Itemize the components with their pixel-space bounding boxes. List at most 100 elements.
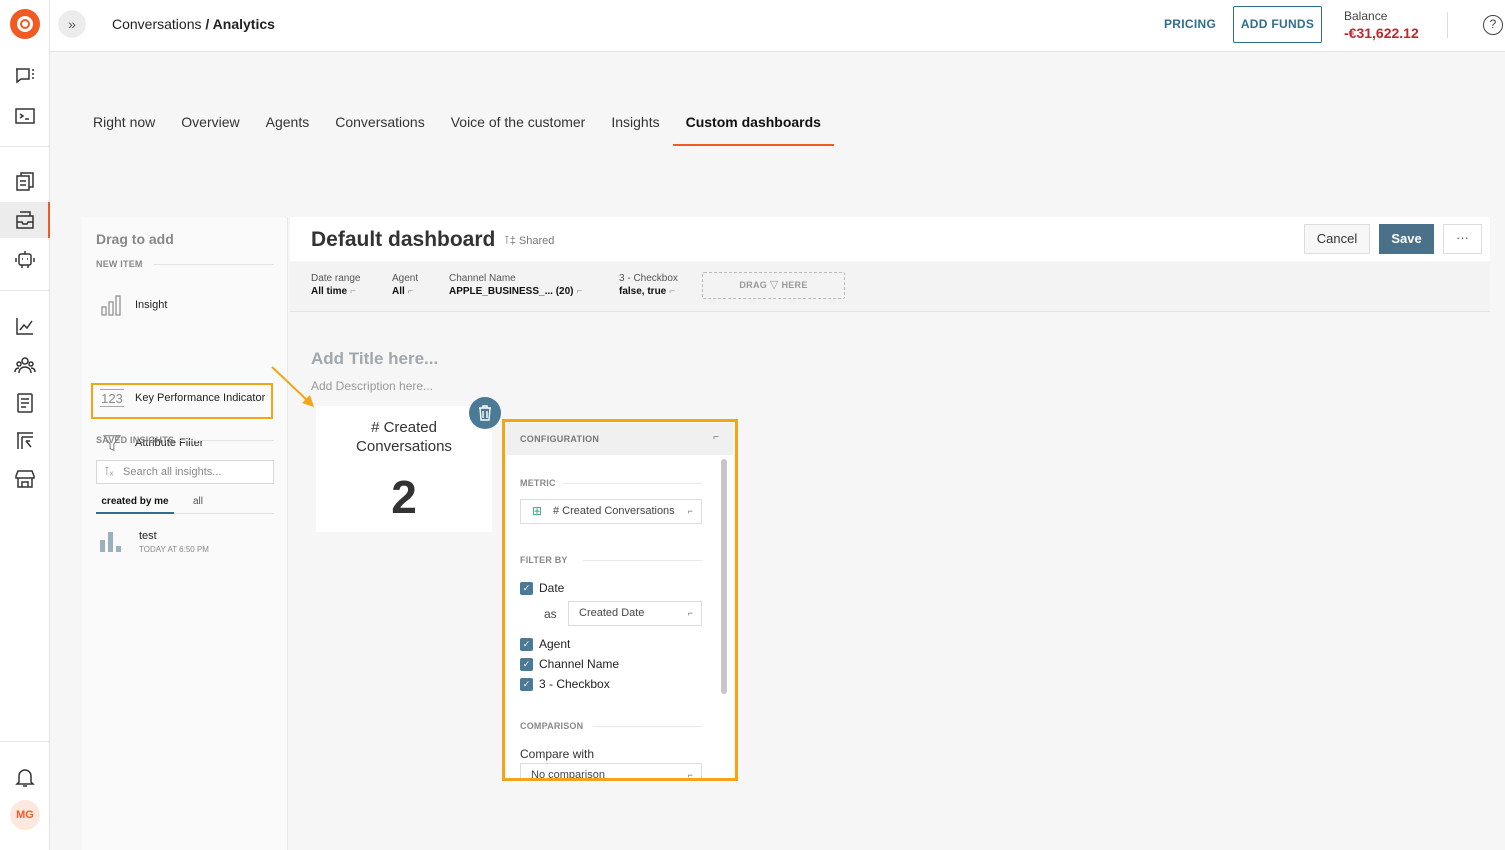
documents-icon[interactable]	[13, 170, 37, 194]
inbox-tray-icon[interactable]	[13, 208, 37, 232]
breadcrumb: Conversations / Analytics	[112, 16, 275, 32]
kpi-widget[interactable]: # Created Conversations 2	[316, 406, 492, 532]
check-icon: ✓	[520, 677, 533, 691]
filter-channel-name[interactable]: Channel Name APPLE_BUSINESS_... (20) ⌐	[449, 273, 582, 297]
filter-value: All	[392, 286, 405, 297]
check-icon: ✓	[520, 657, 533, 671]
top-bar: » Conversations / Analytics PRICING ADD …	[50, 0, 1505, 52]
filter-agent[interactable]: Agent All ⌐	[392, 273, 418, 297]
scrollbar[interactable]	[721, 459, 727, 694]
filter-drop-zone[interactable]: DRAG ▽ HERE	[702, 272, 845, 299]
more-options-button[interactable]: ···	[1443, 224, 1482, 254]
brand-logo[interactable]	[10, 9, 40, 39]
chat-list-icon[interactable]	[13, 64, 37, 88]
filter-value: APPLE_BUSINESS_...	[449, 286, 553, 297]
filter-date-checkbox[interactable]: ✓ Date	[520, 581, 564, 595]
as-label: as	[544, 607, 557, 621]
filter-agent-checkbox[interactable]: ✓ Agent	[520, 637, 570, 651]
board-icon[interactable]	[13, 429, 37, 453]
tab-custom-dashboards[interactable]: Custom dashboards	[672, 114, 835, 146]
chevron-down-icon: ⌐	[576, 286, 583, 297]
pricing-link[interactable]: PRICING	[1164, 17, 1216, 31]
metric-select[interactable]: ⊞ # Created Conversations ⌐	[520, 499, 702, 524]
search-insights-input[interactable]: ⊺ₓ Search all insights...	[96, 460, 274, 484]
filter-channel-name-checkbox[interactable]: ✓ Channel Name	[520, 657, 619, 671]
compare-with-select[interactable]: No comparison ⌐	[520, 763, 702, 778]
saved-insights-label: SAVED INSIGHTS	[96, 435, 175, 445]
filter-label: Date range	[311, 273, 361, 284]
cancel-button[interactable]: Cancel	[1304, 224, 1370, 254]
add-title-input[interactable]: Add Title here...	[311, 349, 438, 369]
breadcrumb-parent[interactable]: Conversations	[112, 16, 202, 32]
configuration-header: CONFIGURATION ⌐	[507, 423, 733, 455]
bar-chart-icon	[100, 293, 124, 317]
kpi-value: 2	[391, 471, 417, 523]
filter-value: false, true	[619, 286, 667, 297]
filter-label: 3 - Checkbox	[619, 273, 678, 284]
trash-icon	[479, 405, 491, 421]
left-rail: MG	[0, 0, 50, 850]
bell-icon[interactable]	[13, 765, 37, 789]
tab-right-now[interactable]: Right now	[92, 114, 168, 146]
filter-label: Channel Name	[449, 273, 516, 284]
chevron-down-icon: ⌐	[687, 506, 693, 516]
saved-insights-tabs: created by me all	[96, 496, 274, 514]
filter-search-icon: ⊺ₓ	[104, 466, 114, 478]
funnel-icon: ▽	[769, 279, 779, 291]
shared-icon: ⊺‡	[504, 235, 519, 247]
date-as-select[interactable]: Created Date ⌐	[568, 601, 702, 626]
store-icon[interactable]	[13, 467, 37, 491]
bot-icon[interactable]	[13, 247, 37, 271]
analytics-chart-icon[interactable]	[13, 314, 37, 338]
kpi-highlight-box	[91, 383, 273, 419]
filter-value: All time	[311, 286, 348, 297]
chevron-down-icon: ⌐	[669, 286, 676, 297]
expand-sidebar-button[interactable]: »	[58, 10, 86, 38]
filter-bar: Date range All time ⌐ Agent All ⌐ Channel …	[290, 262, 1490, 312]
comparison-label: COMPARISON	[520, 721, 584, 731]
help-icon[interactable]: ?	[1483, 15, 1503, 35]
save-button[interactable]: Save	[1379, 224, 1434, 254]
configuration-title: CONFIGURATION	[520, 434, 600, 444]
metric-label: METRIC	[520, 478, 556, 488]
tab-created-by-me[interactable]: created by me	[96, 496, 174, 514]
tab-insights[interactable]: Insights	[598, 114, 672, 146]
tab-conversations[interactable]: Conversations	[322, 114, 438, 146]
tab-agents[interactable]: Agents	[253, 114, 323, 146]
panel-title: Drag to add	[96, 231, 174, 247]
filter-3-checkbox-checkbox[interactable]: ✓ 3 - Checkbox	[520, 677, 610, 691]
add-description-input[interactable]: Add Description here...	[311, 379, 433, 393]
compare-with-label: Compare with	[520, 747, 595, 761]
tab-voice-of-the-customer[interactable]: Voice of the customer	[438, 114, 599, 146]
shared-indicator[interactable]: ⊺‡ Shared	[504, 234, 554, 247]
compare-value: No comparison	[531, 769, 605, 778]
tab-all[interactable]: all	[193, 496, 203, 514]
chevron-down-icon: ⌐	[687, 608, 693, 618]
terminal-icon[interactable]	[13, 104, 37, 128]
new-item-insight[interactable]: Insight	[100, 293, 167, 317]
filter-label: Agent	[392, 273, 419, 284]
user-avatar[interactable]: MG	[10, 800, 40, 830]
delete-widget-button[interactable]	[469, 397, 501, 429]
tab-overview[interactable]: Overview	[168, 114, 252, 146]
filter-date-range[interactable]: Date range All time ⌐	[311, 273, 360, 297]
dashboard-title[interactable]: Default dashboard	[311, 228, 495, 252]
report-icon[interactable]	[13, 391, 37, 415]
saved-insight-item[interactable]: test TODAY AT 6:50 PM	[100, 530, 209, 554]
chevron-down-icon: ⌐	[407, 286, 414, 297]
saved-insight-name: test	[139, 530, 157, 542]
dashboard-header: Default dashboard ⊺‡ Shared Cancel Save …	[290, 217, 1490, 261]
add-funds-button[interactable]: ADD FUNDS	[1233, 6, 1322, 43]
contacts-icon[interactable]	[13, 353, 37, 377]
date-as-value: Created Date	[579, 607, 645, 619]
new-item-label: NEW ITEM	[96, 259, 143, 269]
main-content: Right now Overview Agents Conversations …	[50, 53, 1505, 850]
filter-by-label: FILTER BY	[520, 555, 568, 565]
filter-3-checkbox[interactable]: 3 - Checkbox false, true ⌐	[619, 273, 678, 297]
search-placeholder: Search all insights...	[123, 466, 222, 478]
check-icon: ✓	[520, 637, 533, 651]
drop-zone-label-right: HERE	[781, 280, 808, 290]
breadcrumb-separator: /	[201, 16, 213, 32]
collapse-icon[interactable]: ⌐	[713, 432, 719, 443]
metric-icon: ⊞	[532, 504, 543, 518]
